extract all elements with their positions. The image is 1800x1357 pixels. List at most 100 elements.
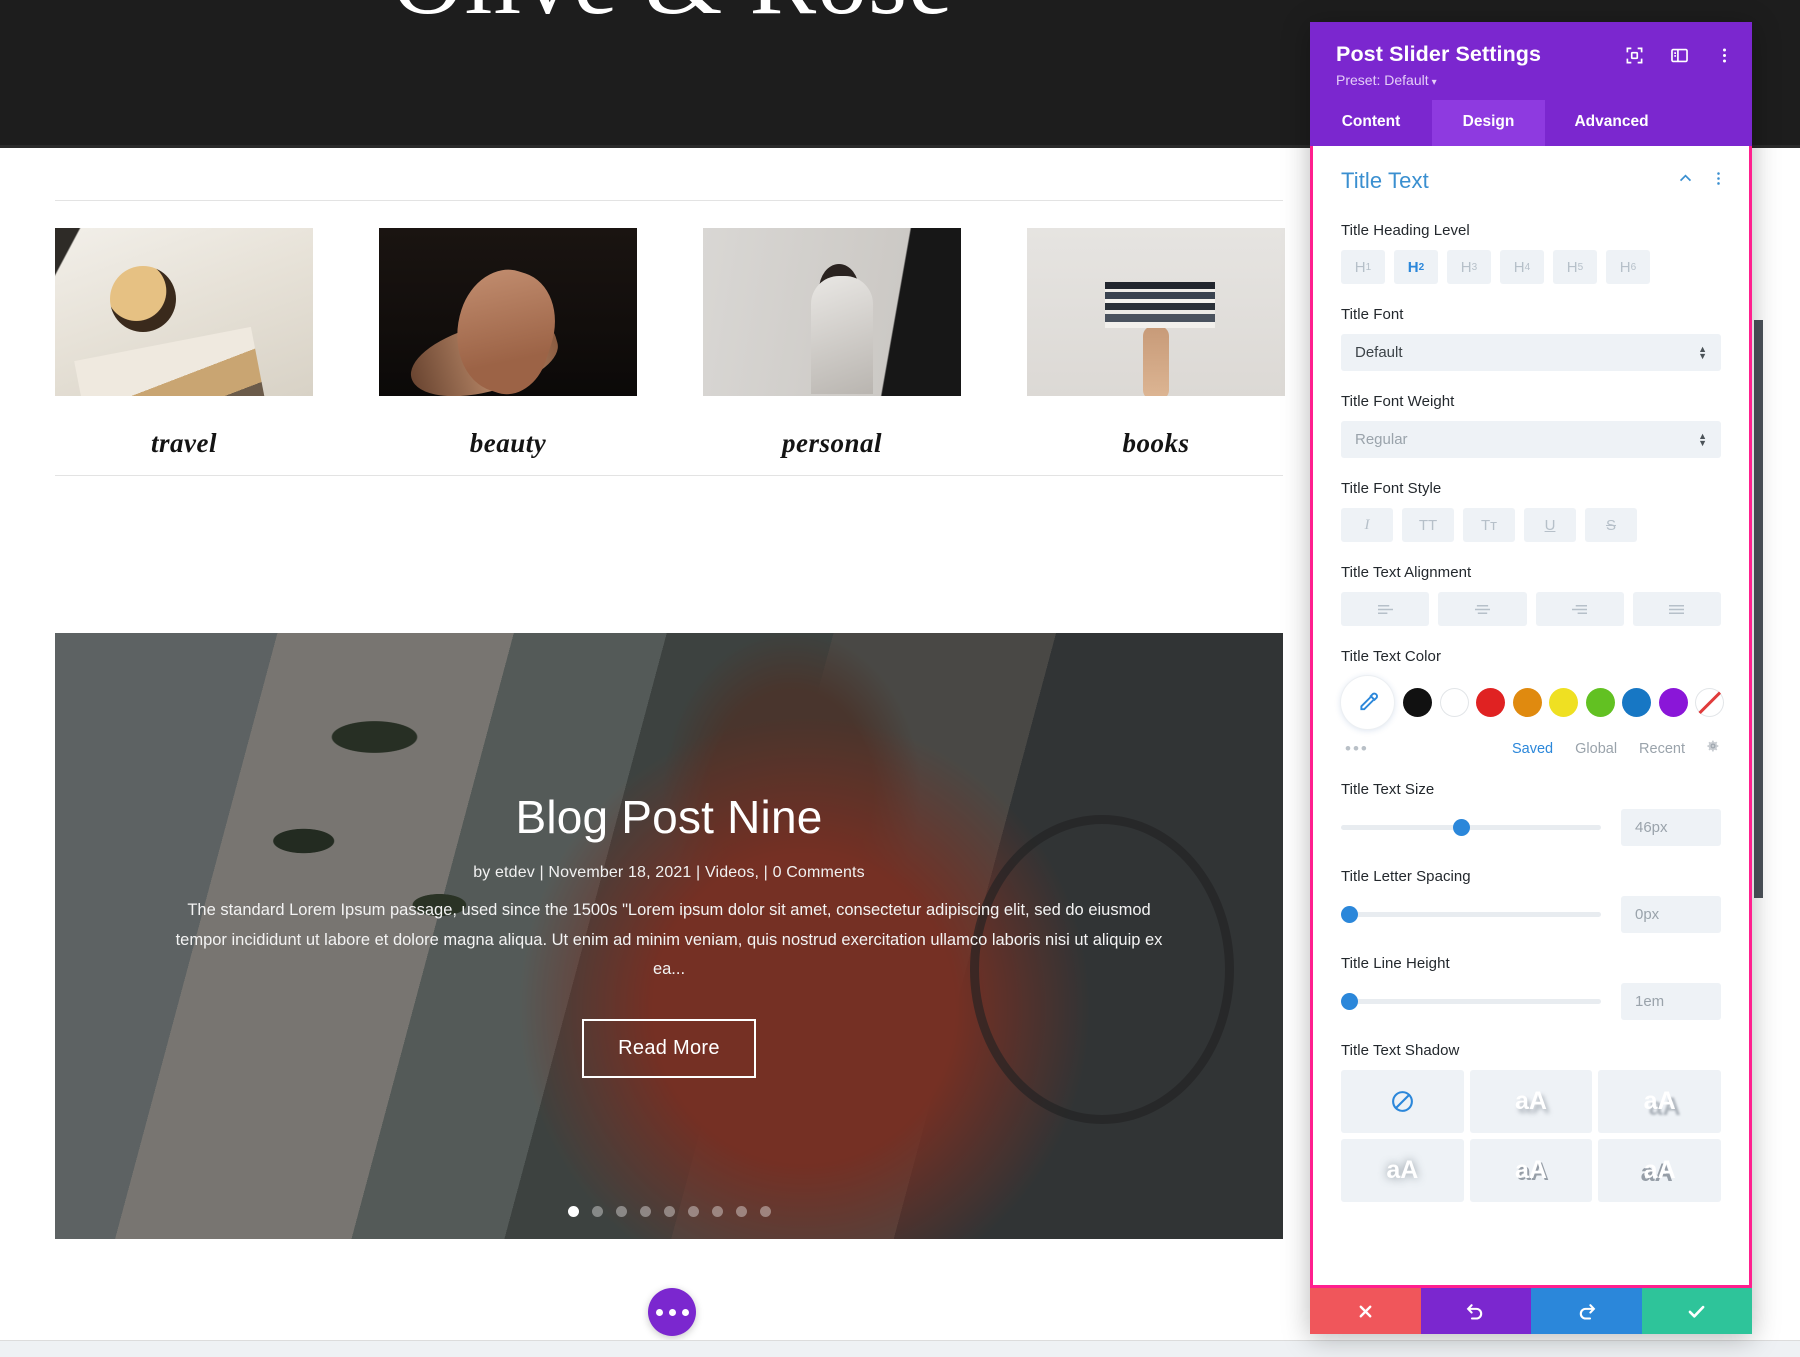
coffee-magazine-photo[interactable]	[55, 228, 313, 396]
ellipsis-icon	[681, 1308, 689, 1316]
line-height-value[interactable]: 1em	[1621, 983, 1721, 1020]
divi-toggle-button[interactable]	[648, 1288, 696, 1336]
category-item-beauty[interactable]: beauty	[379, 228, 637, 459]
slider-thumb[interactable]	[1452, 819, 1470, 836]
color-swatch-purple[interactable]	[1658, 688, 1688, 717]
title-font-select[interactable]: Default	[1341, 334, 1721, 371]
category-item-personal[interactable]: personal	[703, 228, 961, 459]
color-tab-saved[interactable]: Saved	[1512, 741, 1553, 757]
text-shadow-option-2[interactable]: aA	[1598, 1070, 1721, 1133]
text-shadow-options[interactable]: aA aA aA aA aA	[1341, 1070, 1721, 1202]
slider-thumb[interactable]	[1341, 993, 1358, 1010]
title-text-section-header[interactable]: Title Text	[1313, 146, 1749, 200]
text-shadow-option-1[interactable]: aA	[1469, 1070, 1593, 1133]
category-item-books[interactable]: books	[1027, 228, 1285, 459]
eyedropper-icon[interactable]	[1341, 676, 1394, 729]
slider-dot[interactable]	[687, 1206, 699, 1217]
slider-dot[interactable]	[591, 1206, 603, 1217]
heading-level-sub: 1	[1365, 261, 1372, 273]
gear-icon[interactable]	[1705, 738, 1721, 759]
cancel-button[interactable]	[1310, 1288, 1421, 1334]
color-swatch-row[interactable]	[1341, 676, 1724, 729]
undo-button[interactable]	[1420, 1288, 1531, 1334]
text-shadow-none-button[interactable]	[1341, 1070, 1464, 1133]
save-button[interactable]	[1641, 1288, 1752, 1334]
slider-dot[interactable]	[711, 1206, 723, 1217]
slider-dot[interactable]	[663, 1206, 675, 1217]
align-justify-button[interactable]	[1632, 592, 1721, 626]
text-shadow-option-5[interactable]: aA	[1598, 1139, 1721, 1202]
title-font-field: Title Font Default ▲ ▼	[1313, 306, 1749, 371]
slider-dot[interactable]	[759, 1206, 771, 1217]
text-size-value[interactable]: 46px	[1621, 809, 1721, 846]
uppercase-button[interactable]: TT	[1402, 508, 1454, 542]
font-style-buttons[interactable]: I TT Tт U S	[1341, 508, 1721, 542]
text-shadow-option-4[interactable]: aA	[1469, 1139, 1593, 1202]
underline-button[interactable]: U	[1524, 508, 1576, 542]
color-swatch-yellow[interactable]	[1549, 688, 1578, 717]
heading-level-h6-button[interactable]: H6	[1606, 250, 1650, 284]
slider-thumb[interactable]	[1341, 906, 1358, 923]
title-font-weight-select[interactable]: Regular	[1341, 421, 1721, 458]
align-center-button[interactable]	[1438, 592, 1527, 626]
ellipsis-icon[interactable]: •••	[1345, 739, 1490, 759]
heading-level-h2-button[interactable]: H2	[1394, 250, 1438, 284]
redo-button[interactable]	[1531, 1288, 1642, 1334]
modal-footer[interactable]	[1310, 1288, 1752, 1334]
slider-pagination[interactable]	[55, 1206, 1283, 1217]
layout-panel-icon[interactable]	[1670, 46, 1689, 65]
chevron-up-icon[interactable]	[1677, 170, 1694, 192]
heading-level-buttons[interactable]: H1 H2 H3 H4 H5 H6	[1341, 250, 1721, 284]
tab-content[interactable]: Content	[1310, 100, 1432, 146]
hands-dark-photo[interactable]	[379, 228, 637, 396]
line-height-slider[interactable]	[1341, 993, 1601, 1010]
tab-design[interactable]: Design	[1432, 100, 1545, 146]
align-right-button[interactable]	[1535, 592, 1624, 626]
expand-icon[interactable]	[1625, 46, 1644, 65]
color-swatch-black[interactable]	[1403, 688, 1432, 717]
text-size-slider[interactable]	[1341, 819, 1601, 836]
slider-dot[interactable]	[639, 1206, 651, 1217]
color-tab-recent[interactable]: Recent	[1639, 741, 1685, 757]
heading-level-h5-button[interactable]: H5	[1553, 250, 1597, 284]
more-options-icon[interactable]	[1710, 170, 1727, 192]
preset-selector[interactable]: Preset: Default ▾	[1336, 72, 1730, 88]
slider-dot[interactable]	[735, 1206, 747, 1217]
text-alignment-buttons[interactable]	[1341, 592, 1721, 626]
color-swatch-blue[interactable]	[1622, 688, 1651, 717]
align-left-button[interactable]	[1341, 592, 1430, 626]
heading-level-h1-button[interactable]: H1	[1341, 250, 1385, 284]
slide-meta: by etdev | November 18, 2021 | Videos, |…	[473, 864, 865, 882]
color-swatch-green[interactable]	[1585, 688, 1615, 717]
heading-level-h4-button[interactable]: H4	[1500, 250, 1544, 284]
color-swatch-white[interactable]	[1439, 688, 1469, 717]
slider-dot[interactable]	[615, 1206, 627, 1217]
category-label: books	[1122, 428, 1190, 458]
field-label: Title Line Height	[1341, 955, 1450, 972]
small-caps-button[interactable]: Tт	[1463, 508, 1515, 542]
modal-tabs[interactable]: Content Design Advanced	[1310, 100, 1752, 146]
page-scrollbar[interactable]	[1754, 320, 1763, 898]
post-slider[interactable]: Blog Post Nine by etdev | November 18, 2…	[55, 633, 1283, 1239]
letter-spacing-slider[interactable]	[1341, 906, 1601, 923]
color-swatch-transparent[interactable]	[1695, 688, 1724, 717]
field-label: Title Text Shadow	[1341, 1042, 1460, 1059]
text-shadow-option-3[interactable]: aA	[1341, 1139, 1464, 1202]
site-title: Olive & Rose	[0, 0, 1345, 37]
woman-reading-photo[interactable]	[703, 228, 961, 396]
slider-dot[interactable]	[567, 1206, 579, 1217]
post-slider-settings-modal[interactable]: Post Slider Settings Preset: Default ▾ C…	[1310, 22, 1752, 1334]
read-more-button[interactable]: Read More	[582, 1018, 756, 1078]
letter-spacing-value[interactable]: 0px	[1621, 896, 1721, 933]
hand-holding-books-photo[interactable]	[1027, 228, 1285, 396]
color-swatch-orange[interactable]	[1512, 688, 1542, 717]
heading-level-h3-button[interactable]: H3	[1447, 250, 1491, 284]
strikethrough-button[interactable]: S	[1585, 508, 1637, 542]
more-options-icon[interactable]	[1715, 46, 1734, 65]
italic-button[interactable]: I	[1341, 508, 1393, 542]
slide-title: Blog Post Nine	[515, 791, 823, 844]
category-item-travel[interactable]: travel	[55, 228, 313, 459]
color-swatch-red[interactable]	[1476, 688, 1505, 717]
tab-advanced[interactable]: Advanced	[1545, 100, 1678, 146]
color-tab-global[interactable]: Global	[1575, 741, 1617, 757]
